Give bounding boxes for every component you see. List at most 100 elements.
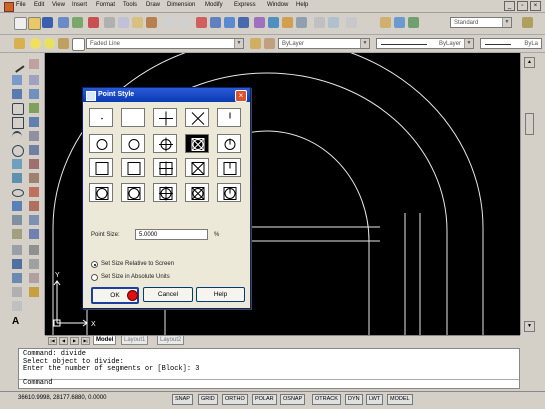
chamfer-icon[interactable] — [29, 245, 39, 255]
tool-palettes-icon[interactable] — [282, 17, 293, 28]
command-prompt[interactable]: Command — [19, 379, 519, 388]
first-tab-icon[interactable]: |◀ — [48, 337, 57, 345]
close-icon[interactable]: × — [235, 90, 247, 102]
point-style-square-dot[interactable] — [89, 158, 113, 177]
point-style-circle-dot[interactable] — [89, 134, 113, 153]
scroll-down-icon[interactable]: ▼ — [524, 321, 535, 332]
scroll-up-icon[interactable]: ▲ — [524, 57, 535, 68]
construction-line-icon[interactable] — [12, 75, 22, 85]
point-style-plus[interactable] — [153, 108, 177, 127]
move-icon[interactable] — [29, 131, 39, 141]
fillet-icon[interactable] — [29, 259, 39, 269]
help-button[interactable]: Help — [196, 287, 245, 302]
menu-format[interactable]: Format — [96, 2, 115, 8]
prev-tab-icon[interactable]: ◀ — [59, 337, 68, 345]
copy-icon[interactable] — [118, 17, 129, 28]
mirror-icon[interactable] — [29, 89, 39, 99]
point-style-circle-tick[interactable] — [217, 134, 241, 153]
multiline-text-icon[interactable]: A — [12, 317, 22, 327]
layer-previous-icon[interactable] — [264, 38, 275, 49]
menu-edit[interactable]: Edit — [34, 2, 44, 8]
point-style-tick[interactable] — [217, 108, 241, 127]
publish-icon[interactable] — [88, 17, 99, 28]
hatch-icon[interactable] — [12, 259, 22, 269]
revision-cloud-icon[interactable] — [12, 159, 22, 169]
tab-layout2[interactable]: Layout2 — [157, 336, 185, 345]
new-icon[interactable] — [14, 17, 27, 30]
table-style-icon[interactable] — [408, 17, 419, 28]
next-tab-icon[interactable]: ▶ — [70, 337, 79, 345]
polar-toggle[interactable]: POLAR — [252, 394, 277, 405]
otrack-toggle[interactable]: OTRACK — [312, 394, 341, 405]
tab-model[interactable]: Model — [93, 336, 117, 345]
ortho-toggle[interactable]: ORTHO — [222, 394, 248, 405]
help-icon[interactable] — [346, 17, 357, 28]
point-style-circle-none[interactable] — [121, 134, 145, 153]
table-icon[interactable] — [12, 301, 22, 311]
point-style-circle-square-plus[interactable] — [153, 183, 177, 202]
multileader-icon[interactable] — [522, 17, 533, 28]
lwt-toggle[interactable]: LWT — [366, 394, 384, 405]
point-style-circle-x[interactable] — [185, 134, 209, 153]
vertical-scrollbar[interactable]: ▲ ▼ — [520, 53, 545, 335]
absolute-size-radio[interactable] — [91, 274, 98, 281]
minimize-icon[interactable]: _ — [504, 1, 515, 11]
sheet-set-icon[interactable] — [296, 17, 307, 28]
point-style-circle-square-dot[interactable] — [89, 183, 113, 202]
ellipse-arc-icon[interactable] — [12, 201, 22, 211]
join-icon[interactable] — [29, 229, 39, 239]
restore-icon[interactable]: ▫ — [517, 1, 528, 11]
properties-icon[interactable] — [254, 17, 265, 28]
polyline-icon[interactable] — [12, 89, 22, 99]
match-properties-icon[interactable] — [146, 17, 157, 28]
array-icon[interactable] — [29, 117, 39, 127]
save-icon[interactable] — [42, 17, 53, 28]
plot-preview-icon[interactable] — [72, 17, 83, 28]
app-icon[interactable] — [4, 2, 14, 12]
zoom-window-icon[interactable] — [224, 17, 235, 28]
scale-icon[interactable] — [29, 159, 39, 169]
point-style-square-none[interactable] — [121, 158, 145, 177]
text-style-icon[interactable] — [380, 17, 391, 28]
command-window[interactable]: Command: divide Select object to divide:… — [18, 348, 520, 389]
quickcalc-icon[interactable] — [328, 17, 339, 28]
menu-help[interactable]: Help — [296, 2, 308, 8]
menu-dimension[interactable]: Dimension — [167, 2, 195, 8]
last-tab-icon[interactable]: ▶| — [81, 337, 90, 345]
draworder-icon[interactable] — [29, 287, 39, 297]
menu-window[interactable]: Window — [267, 2, 288, 8]
dyn-toggle[interactable]: DYN — [345, 394, 363, 405]
style-dropdown[interactable]: Standard ▼ — [450, 17, 512, 28]
relative-size-radio[interactable] — [91, 261, 98, 268]
close-icon[interactable]: × — [530, 1, 541, 11]
dialog-title-bar[interactable]: Point Style × — [83, 88, 250, 102]
dim-style-icon[interactable] — [394, 17, 405, 28]
point-style-x[interactable] — [185, 108, 209, 127]
layer-manager-icon[interactable] — [14, 38, 25, 49]
lineweight-dropdown[interactable]: ByLa — [480, 38, 542, 49]
point-style-circle-plus[interactable] — [153, 134, 177, 153]
grid-toggle[interactable]: GRID — [198, 394, 218, 405]
ellipse-icon[interactable] — [12, 189, 24, 197]
menu-draw[interactable]: Draw — [146, 2, 160, 8]
tab-layout1[interactable]: Layout1 — [121, 336, 149, 345]
color-dropdown[interactable]: ByLayer ▼ — [278, 38, 370, 49]
line-icon[interactable] — [9, 57, 25, 73]
menu-express[interactable]: Express — [234, 2, 256, 8]
arc-icon[interactable] — [12, 131, 22, 143]
undo-icon[interactable] — [164, 17, 175, 28]
layer-dropdown[interactable]: Faded Line ▼ — [86, 38, 244, 49]
region-icon[interactable] — [12, 287, 22, 297]
menu-view[interactable]: View — [52, 2, 65, 8]
gradient-icon[interactable] — [12, 273, 22, 283]
point-style-none[interactable] — [121, 108, 145, 127]
rectangle-icon[interactable] — [12, 117, 24, 129]
make-block-icon[interactable] — [12, 229, 22, 239]
design-center-icon[interactable] — [268, 17, 279, 28]
menu-modify[interactable]: Modify — [205, 2, 223, 8]
point-style-square-plus[interactable] — [153, 158, 177, 177]
circle-icon[interactable] — [12, 145, 24, 157]
point-style-circle-square-x[interactable] — [185, 183, 209, 202]
print-icon[interactable] — [58, 17, 69, 28]
osnap-toggle[interactable]: OSNAP — [280, 394, 306, 405]
